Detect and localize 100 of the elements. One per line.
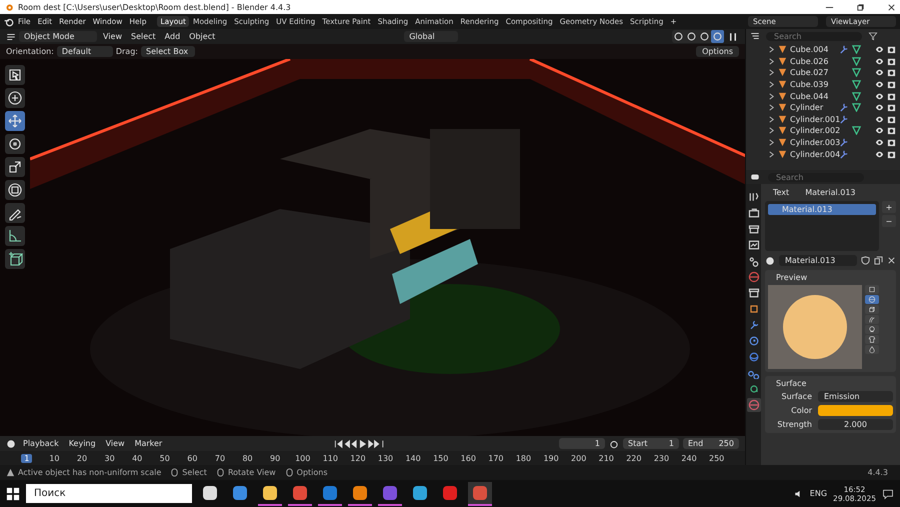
tool-icon[interactable] [5, 203, 25, 223]
camera-icon[interactable] [887, 45, 896, 54]
shading-mode-icon[interactable] [672, 30, 685, 43]
eye-icon[interactable] [875, 138, 884, 148]
outliner-item[interactable]: Cube.039 [790, 80, 836, 90]
maximize-icon[interactable] [856, 2, 865, 12]
triangle-mesh-icon[interactable] [852, 56, 861, 66]
camera-icon[interactable] [887, 138, 896, 148]
editor-type-icon[interactable] [750, 172, 760, 182]
preview-shape-icon[interactable] [865, 325, 879, 334]
properties-tab-icon[interactable] [746, 238, 760, 252]
tool-icon[interactable] [5, 65, 25, 85]
section-header[interactable]: Preview [768, 273, 893, 282]
preview-shape-icon[interactable] [865, 285, 879, 294]
properties-tab-icon[interactable] [746, 206, 760, 220]
outliner-item[interactable]: Cube.044 [790, 92, 836, 101]
filter-icon[interactable] [868, 31, 878, 41]
viewport-menu-item[interactable]: View [100, 32, 125, 41]
tool-icon[interactable] [5, 111, 25, 131]
eye-icon[interactable] [875, 126, 884, 136]
mode-dropdown[interactable]: Object Mode [19, 31, 97, 42]
preview-shape-icon[interactable] [865, 295, 879, 304]
eye-icon[interactable] [875, 68, 884, 78]
start-frame-value[interactable]: 1 [668, 439, 674, 448]
transform-orientation-dropdown[interactable]: Global [404, 31, 458, 42]
shield-icon[interactable] [861, 256, 870, 265]
outliner-search-field[interactable]: Search [766, 32, 862, 40]
triangle-mesh-icon[interactable] [852, 126, 861, 136]
close-icon[interactable] [887, 2, 896, 12]
color-swatch[interactable] [818, 405, 893, 416]
wrench-icon[interactable] [839, 150, 848, 159]
end-frame-value[interactable]: 250 [718, 439, 734, 448]
eye-icon[interactable] [875, 56, 884, 66]
language-indicator[interactable]: ENG [810, 489, 828, 498]
eye-icon[interactable] [875, 80, 884, 90]
taskbar-search-field[interactable]: Поиск [26, 484, 192, 503]
remove-slot-button[interactable]: − [882, 215, 896, 227]
camera-icon[interactable] [887, 126, 896, 136]
outliner-item[interactable]: Cube.004 [790, 45, 836, 54]
editor-type-icon[interactable] [6, 32, 16, 42]
stopwatch-icon[interactable] [609, 438, 619, 448]
preview-shape-icon[interactable] [865, 335, 879, 344]
properties-tab-icon[interactable] [746, 190, 760, 204]
shading-mode-icon[interactable] [685, 30, 698, 43]
eye-icon[interactable] [875, 150, 884, 159]
properties-tab-icon[interactable] [746, 334, 760, 348]
tool-icon[interactable] [5, 134, 25, 154]
camera-icon[interactable] [887, 103, 896, 112]
properties-tab-icon[interactable] [746, 286, 760, 300]
pause-icon[interactable] [727, 30, 739, 42]
timeline-menu-item[interactable]: Marker [132, 439, 166, 448]
camera-icon[interactable] [887, 92, 896, 101]
timeline-menu-item[interactable]: Playback [20, 439, 62, 448]
triangle-mesh-icon[interactable] [852, 68, 861, 78]
windows-start-icon[interactable] [6, 486, 20, 500]
camera-icon[interactable] [887, 80, 896, 90]
tool-icon[interactable] [5, 180, 25, 200]
add-slot-button[interactable]: + [882, 201, 896, 213]
eye-icon[interactable] [875, 45, 884, 54]
viewport-menu-item[interactable]: Select [128, 32, 159, 41]
properties-tab-icon[interactable] [746, 398, 760, 412]
surface-shader-field[interactable]: Emission [818, 391, 893, 402]
eye-icon[interactable] [875, 92, 884, 101]
outliner-item[interactable]: Cylinder [790, 103, 836, 112]
wrench-icon[interactable] [839, 138, 848, 148]
triangle-mesh-icon[interactable] [852, 92, 861, 101]
wrench-icon[interactable] [839, 103, 848, 112]
viewport-menu-item[interactable]: Object [186, 32, 218, 41]
orientation-dropdown[interactable]: Default [56, 46, 113, 57]
tool-icon[interactable] [5, 157, 25, 177]
outliner-item[interactable]: Cube.027 [790, 68, 836, 78]
search-field[interactable]: Search [768, 172, 864, 182]
camera-icon[interactable] [887, 56, 896, 66]
material-sphere-icon[interactable] [765, 256, 775, 266]
preview-shape-icon[interactable] [865, 305, 879, 314]
current-frame-field[interactable]: 1 [559, 438, 605, 449]
triangle-mesh-icon[interactable] [852, 103, 861, 112]
timeline-menu-item[interactable]: Keying [66, 439, 99, 448]
triangle-mesh-icon[interactable] [852, 80, 861, 90]
wrench-icon[interactable] [839, 45, 848, 54]
timeline-menu-item[interactable]: View [102, 439, 128, 448]
strength-field[interactable]: 2.000 [818, 419, 893, 430]
notification-icon[interactable] [882, 488, 894, 500]
shading-mode-icon[interactable] [698, 30, 711, 43]
options-dropdown[interactable]: Options [696, 46, 739, 57]
material-slot[interactable]: Material.013 [768, 204, 876, 215]
editor-type-icon[interactable] [6, 438, 16, 448]
tool-icon[interactable] [5, 249, 25, 269]
camera-icon[interactable] [887, 150, 896, 159]
camera-icon[interactable] [887, 68, 896, 78]
copy-icon[interactable] [874, 256, 883, 265]
eye-icon[interactable] [875, 114, 884, 124]
wrench-icon[interactable] [839, 114, 848, 124]
material-name-field[interactable]: Material.013 [779, 255, 857, 266]
drag-dropdown[interactable]: Select Box [140, 46, 195, 57]
triangle-mesh-icon[interactable] [852, 45, 861, 54]
display-mode-icon[interactable] [750, 31, 760, 41]
preview-shape-icon[interactable] [865, 345, 879, 354]
outliner-item[interactable]: Cube.026 [790, 56, 836, 66]
preview-shape-icon[interactable] [865, 315, 879, 324]
